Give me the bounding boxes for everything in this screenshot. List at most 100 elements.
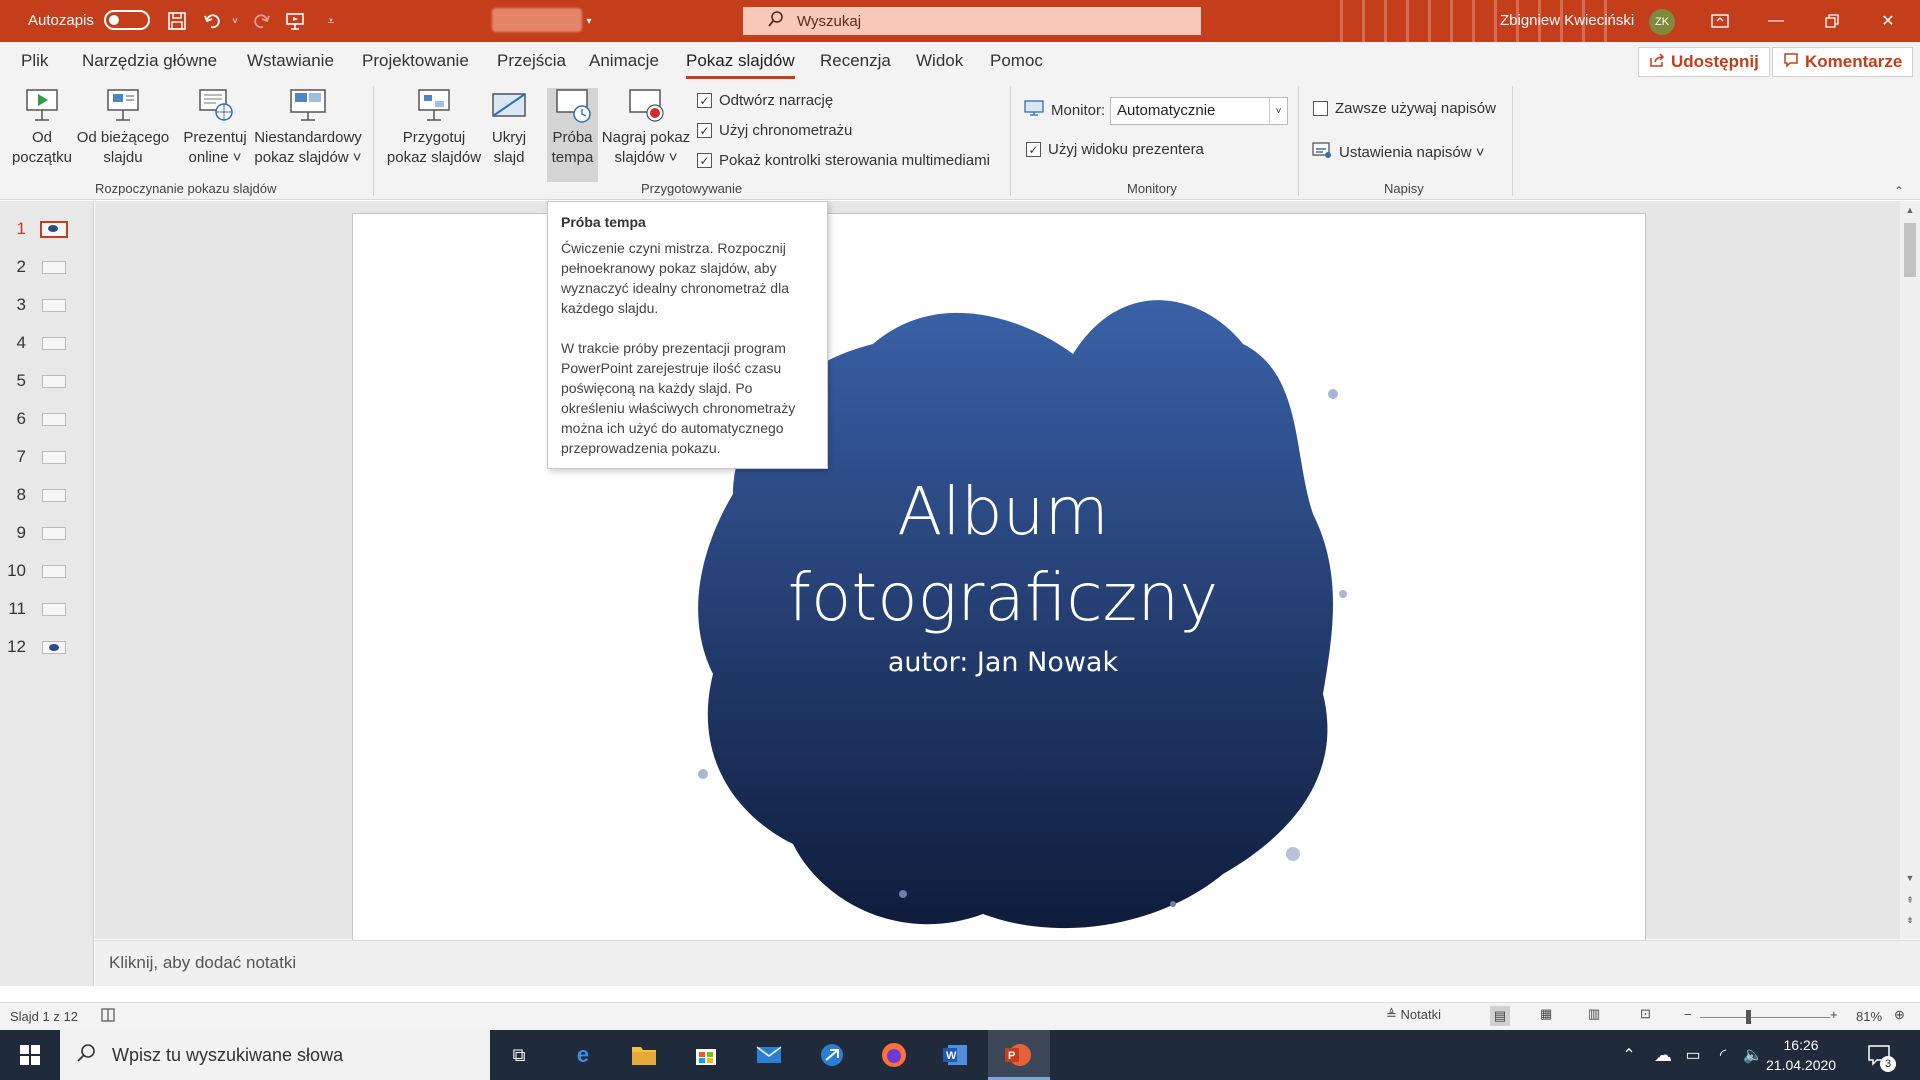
thumbnail-slide-7[interactable]: 7 <box>0 447 94 485</box>
ribbon-display-options-icon[interactable] <box>1692 0 1748 42</box>
record-slide-show-button[interactable]: Nagraj pokaz slajdów ˅ <box>599 88 693 168</box>
comments-button[interactable]: Komentarze <box>1772 47 1914 77</box>
battery-icon[interactable]: ▭ <box>1676 1038 1710 1072</box>
powerpoint-icon[interactable]: P <box>1001 1038 1035 1072</box>
search-box[interactable]: Wyszukaj <box>743 7 1201 35</box>
firefox-icon[interactable] <box>877 1038 911 1072</box>
hide-slide-button[interactable]: Ukryj slajd <box>486 88 532 168</box>
tab-home[interactable]: Narzędzia główne <box>82 51 217 71</box>
thumbnail-slide-9[interactable]: 9 <box>0 523 94 561</box>
thumbnail-slide-5[interactable]: 5 <box>0 371 94 409</box>
thumbnail-slide-1[interactable]: 1 <box>0 219 94 257</box>
caption-settings-button[interactable]: Ustawienia napisów ˅ <box>1312 141 1485 163</box>
tooltip-paragraph-2: W trakcie próby prezentacji program Powe… <box>561 340 796 456</box>
thumbnail-slide-3[interactable]: 3 <box>0 295 94 333</box>
slide-show-view-icon[interactable]: ⊡ <box>1640 1006 1651 1022</box>
use-timings-checkbox[interactable]: ✓ Użyj chronometrażu <box>697 122 852 139</box>
volume-icon[interactable]: 🔈 <box>1736 1038 1770 1072</box>
wifi-icon[interactable]: ◜ <box>1706 1038 1740 1072</box>
undo-icon[interactable] <box>202 10 224 32</box>
tab-design[interactable]: Projektowanie <box>362 51 469 71</box>
network-app-icon[interactable] <box>815 1038 849 1072</box>
set-up-show-button[interactable]: Przygotuj pokaz slajdów <box>382 88 486 168</box>
previous-slide-icon[interactable]: ⇞ <box>1900 895 1920 906</box>
notes-pane[interactable]: Kliknij, aby dodać notatki <box>95 940 1920 986</box>
notifications-icon[interactable]: 3 <box>1862 1038 1896 1072</box>
tab-insert[interactable]: Wstawianie <box>247 51 334 71</box>
accessibility-icon[interactable] <box>100 1007 116 1026</box>
document-name[interactable] <box>492 8 582 32</box>
thumbnail-slide-11[interactable]: 11 <box>0 599 94 637</box>
word-icon[interactable]: W <box>938 1038 972 1072</box>
show-hidden-icons-chevron-icon[interactable]: ⌃ <box>1612 1038 1646 1072</box>
collapse-ribbon-icon[interactable]: ⌃ <box>1894 184 1904 198</box>
thumbnail-slide-10[interactable]: 10 <box>0 561 94 599</box>
thumbnail-slide-6[interactable]: 6 <box>0 409 94 447</box>
tab-review[interactable]: Recenzja <box>820 51 891 71</box>
thumbnail-slide-8[interactable]: 8 <box>0 485 94 523</box>
mail-icon[interactable] <box>752 1038 786 1072</box>
taskbar-search-box[interactable]: Wpisz tu wyszukiwane słowa <box>60 1030 490 1080</box>
scroll-down-icon[interactable]: ▼ <box>1900 873 1920 883</box>
always-use-captions-checkbox[interactable]: Zawsze używaj napisów <box>1313 100 1496 117</box>
undo-dropdown-icon[interactable]: ˅ <box>224 10 246 32</box>
autosave-control[interactable]: Autozapis <box>28 10 150 30</box>
play-narrations-checkbox[interactable]: ✓ Odtwórz narrację <box>697 92 833 109</box>
zoom-slider-handle[interactable] <box>1746 1010 1751 1024</box>
redo-icon[interactable] <box>250 10 272 32</box>
system-clock[interactable]: 16:26 21.04.2020 <box>1766 1035 1836 1075</box>
scrollbar-thumb[interactable] <box>1904 223 1916 277</box>
present-icon[interactable] <box>284 10 306 32</box>
zoom-slider[interactable] <box>1700 1017 1830 1018</box>
from-current-slide-button[interactable]: Od bieżącego slajdu <box>74 88 172 168</box>
tab-help[interactable]: Pomoc <box>990 51 1043 71</box>
notes-toggle-button[interactable]: ≜ Notatki <box>1386 1007 1441 1023</box>
close-icon[interactable]: ✕ <box>1860 0 1916 42</box>
reading-view-icon[interactable]: ▥ <box>1588 1006 1600 1022</box>
from-beginning-button[interactable]: Od początku <box>10 88 74 168</box>
file-explorer-icon[interactable] <box>627 1038 661 1072</box>
play-from-start-icon <box>23 88 61 124</box>
present-online-button[interactable]: Prezentuj online ˅ <box>180 88 250 168</box>
autosave-toggle[interactable] <box>103 10 150 30</box>
minimize-icon[interactable]: — <box>1748 0 1804 42</box>
zoom-level[interactable]: 81% <box>1856 1009 1882 1024</box>
slide-subtitle[interactable]: autor: Jan Nowak <box>653 647 1353 678</box>
scroll-up-icon[interactable]: ▲ <box>1900 205 1920 215</box>
tab-view[interactable]: Widok <box>916 51 963 71</box>
monitor-select[interactable]: Automatycznie ˅ <box>1110 97 1288 125</box>
restore-icon[interactable] <box>1804 0 1860 42</box>
document-name-dropdown-icon[interactable]: ▾ <box>578 10 600 32</box>
task-view-icon[interactable]: ⧉ <box>502 1038 536 1072</box>
user-name[interactable]: Zbigniew Kwieciński <box>1500 12 1634 29</box>
tab-slide-show[interactable]: Pokaz slajdów <box>686 51 795 79</box>
share-button[interactable]: Udostępnij <box>1638 47 1770 77</box>
thumbnail-slide-4[interactable]: 4 <box>0 333 94 371</box>
custom-show-button[interactable]: Niestandardowy pokaz slajdów ˅ <box>250 88 366 168</box>
onedrive-cloud-icon[interactable]: ☁ <box>1646 1038 1680 1072</box>
slide-title[interactable]: Album fotograficzny <box>653 469 1353 641</box>
tab-animations[interactable]: Animacje <box>589 51 659 71</box>
thumbnail-slide-2[interactable]: 2 <box>0 257 94 295</box>
custom-show-line2: pokaz slajdów ˅ <box>254 149 362 166</box>
avatar[interactable]: ZK <box>1649 9 1675 35</box>
thumbnail-slide-12[interactable]: 12 <box>0 637 94 675</box>
normal-view-icon[interactable]: ▤ <box>1490 1006 1510 1026</box>
edge-browser-icon[interactable]: e <box>566 1038 600 1072</box>
zoom-out-button[interactable]: − <box>1684 1007 1692 1022</box>
presenter-view-checkbox[interactable]: ✓ Użyj widoku prezentera <box>1026 141 1204 158</box>
caption-settings-label: Ustawienia napisów ˅ <box>1339 143 1485 161</box>
slide-sorter-icon[interactable]: ▦ <box>1540 1006 1552 1022</box>
zoom-in-button[interactable]: + <box>1830 1007 1838 1022</box>
customize-toolbar-icon[interactable]: ⩡ <box>320 10 342 32</box>
show-media-controls-checkbox[interactable]: ✓ Pokaż kontrolki sterowania multimediam… <box>697 152 990 169</box>
windows-start-icon[interactable] <box>0 1030 60 1080</box>
save-icon[interactable] <box>166 10 188 32</box>
tab-file[interactable]: Plik <box>21 51 48 71</box>
microsoft-store-icon[interactable] <box>689 1038 723 1072</box>
vertical-scrollbar[interactable]: ▲ ▼ ⇞ ⇟ <box>1900 201 1920 939</box>
fit-to-window-icon[interactable]: ⊕ <box>1894 1007 1905 1023</box>
next-slide-icon[interactable]: ⇟ <box>1900 915 1920 926</box>
tab-transitions[interactable]: Przejścia <box>497 51 566 71</box>
rehearse-timings-button[interactable]: Próba tempa <box>547 88 598 182</box>
